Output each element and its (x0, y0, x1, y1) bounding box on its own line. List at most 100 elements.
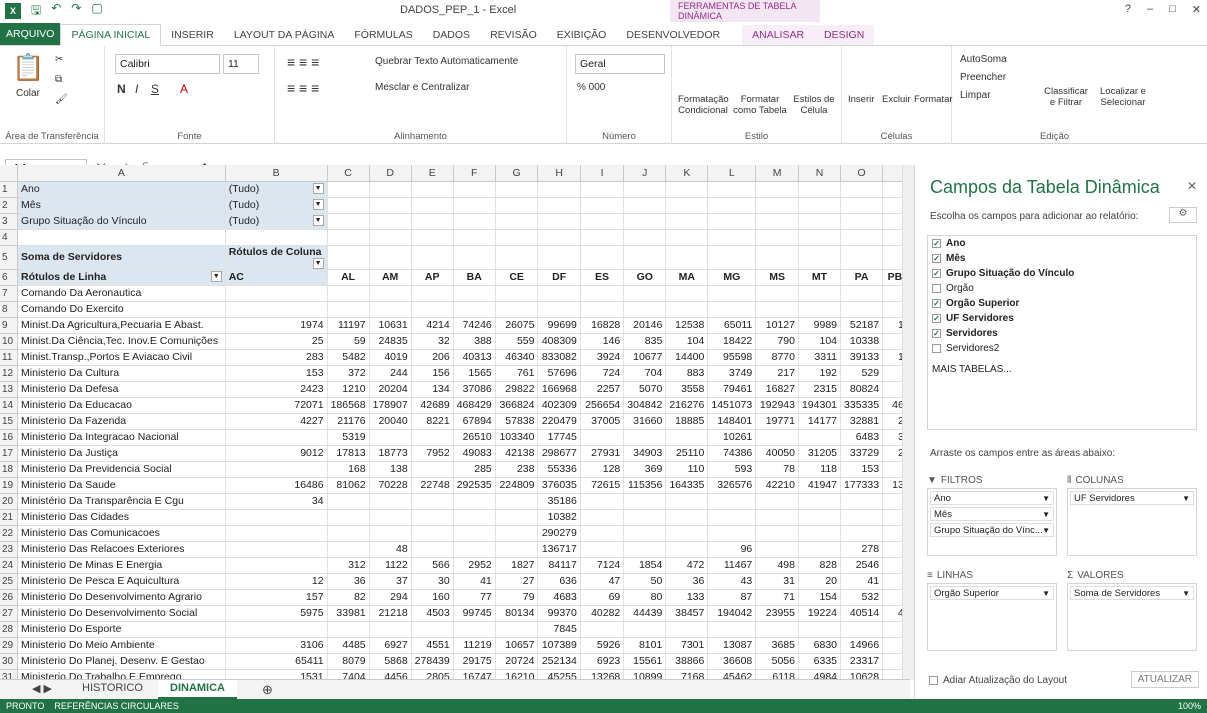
cell[interactable] (755, 509, 799, 526)
cell[interactable]: 7301 (665, 637, 709, 654)
cell[interactable]: MG (707, 269, 757, 286)
cell[interactable] (369, 493, 412, 510)
cell[interactable] (580, 493, 625, 510)
cell[interactable] (225, 541, 328, 558)
cell[interactable]: 2423 (225, 381, 328, 398)
area-field[interactable]: Mês ▼ (930, 507, 1054, 521)
cell[interactable]: 20146 (623, 317, 667, 334)
cell[interactable]: 1122 (369, 557, 412, 574)
cell[interactable]: 186568 (327, 397, 370, 414)
insert-cells-button[interactable]: Inserir (848, 94, 874, 105)
cell[interactable]: 5319 (327, 429, 370, 446)
column-header[interactable]: A (17, 165, 226, 182)
cell[interactable]: 10677 (623, 349, 667, 366)
cell[interactable]: 107389 (537, 637, 581, 654)
cell[interactable]: 69 (580, 589, 625, 606)
cell[interactable] (537, 229, 581, 246)
tab-data[interactable]: DADOS (423, 25, 480, 45)
cell[interactable] (755, 301, 799, 318)
cell[interactable]: 278 (840, 541, 884, 558)
column-header[interactable]: M (755, 165, 799, 182)
cell[interactable]: 4683 (537, 589, 581, 606)
add-sheet-icon[interactable]: ⊕ (250, 680, 285, 699)
cell[interactable]: 408309 (537, 333, 581, 350)
field-checkbox[interactable] (932, 284, 941, 293)
format-painter-icon[interactable]: 🖌 (55, 94, 68, 105)
tab-review[interactable]: REVISÃO (480, 25, 547, 45)
cell[interactable] (840, 621, 884, 638)
cell[interactable]: Comando Da Aeronautica (17, 285, 226, 302)
cell[interactable]: 636 (537, 573, 581, 590)
cell[interactable] (225, 301, 328, 318)
row-header[interactable]: 27 (0, 605, 19, 622)
cell[interactable]: 34903 (623, 445, 667, 462)
cell[interactable]: 2315 (798, 381, 842, 398)
cell[interactable] (665, 493, 709, 510)
cell[interactable] (623, 509, 667, 526)
cell[interactable]: 136717 (537, 541, 581, 558)
defer-update-checkbox[interactable]: Adiar Atualização do Layout (929, 675, 1067, 686)
cell[interactable]: 177333 (840, 477, 884, 494)
cell[interactable]: 4019 (369, 349, 412, 366)
cell[interactable]: Ministerio Do Planej. Desenv. E Gestao (17, 653, 226, 670)
cell[interactable]: 192 (798, 365, 842, 382)
cell[interactable] (840, 285, 884, 302)
cell[interactable] (665, 229, 709, 246)
cell-styles-button[interactable]: Estilos de Célula (790, 94, 838, 116)
cell[interactable] (798, 541, 842, 558)
cell[interactable]: Ministerio Das Relacoes Exteriores (17, 541, 226, 558)
cell[interactable]: 9012 (225, 445, 328, 462)
cell[interactable] (369, 525, 412, 542)
cell[interactable]: 70228 (369, 477, 412, 494)
area-field[interactable]: Orgão Superior ▼ (930, 586, 1054, 600)
cell[interactable]: Soma de Servidores (17, 245, 226, 270)
cell[interactable] (798, 429, 842, 446)
cell[interactable]: 87 (707, 589, 757, 606)
cell[interactable]: 72615 (580, 477, 625, 494)
cell[interactable]: 8770 (755, 349, 799, 366)
cell[interactable] (798, 245, 842, 270)
cell[interactable] (580, 525, 625, 542)
cell[interactable]: Ministerio Da Defesa (17, 381, 226, 398)
cell[interactable]: 292535 (453, 477, 496, 494)
cell[interactable]: 5070 (623, 381, 667, 398)
cell[interactable]: 36 (327, 573, 370, 590)
cell[interactable]: 79461 (707, 381, 757, 398)
area-field[interactable]: Grupo Situação do Vínc... ▼ (930, 523, 1054, 537)
field-checkbox[interactable]: ✓ (932, 239, 941, 248)
bold-button[interactable]: N (117, 82, 126, 96)
cell[interactable]: 41 (840, 573, 884, 590)
cell[interactable] (369, 429, 412, 446)
cell[interactable]: 80 (623, 589, 667, 606)
cell[interactable]: 21218 (369, 605, 412, 622)
cell[interactable] (225, 229, 328, 246)
cell[interactable] (755, 229, 799, 246)
cell[interactable]: 138 (369, 461, 412, 478)
row-header[interactable]: 8 (0, 301, 19, 318)
cell[interactable] (411, 429, 454, 446)
cell[interactable] (798, 525, 842, 542)
cell[interactable] (755, 197, 799, 214)
field-item[interactable]: ✓ Ano (928, 236, 1196, 251)
cell[interactable] (369, 245, 412, 270)
cell[interactable]: 18885 (665, 413, 709, 430)
cell[interactable]: 3558 (665, 381, 709, 398)
cell[interactable]: Rótulos de Linha ▼ (17, 269, 226, 286)
cell[interactable] (495, 245, 539, 270)
values-box[interactable]: Soma de Servidores ▼ (1067, 583, 1197, 651)
font-name-select[interactable]: Calibri (115, 54, 220, 74)
row-header[interactable]: 14 (0, 397, 19, 414)
cell[interactable] (707, 301, 757, 318)
cell[interactable]: 80134 (495, 605, 539, 622)
cut-icon[interactable]: ✂ (55, 54, 63, 65)
cell[interactable]: 31660 (623, 413, 667, 430)
cell[interactable]: 244 (369, 365, 412, 382)
cell[interactable]: 326576 (707, 477, 757, 494)
cell[interactable]: MT (798, 269, 842, 286)
cell[interactable]: 128 (580, 461, 625, 478)
column-header[interactable]: F (453, 165, 496, 182)
cell[interactable]: Minist.Da Ciência,Tec. Inov.E Comunições (17, 333, 226, 350)
cell[interactable]: 828 (798, 557, 842, 574)
cell[interactable] (580, 541, 625, 558)
undo-icon[interactable]: ↶ (51, 1, 61, 22)
